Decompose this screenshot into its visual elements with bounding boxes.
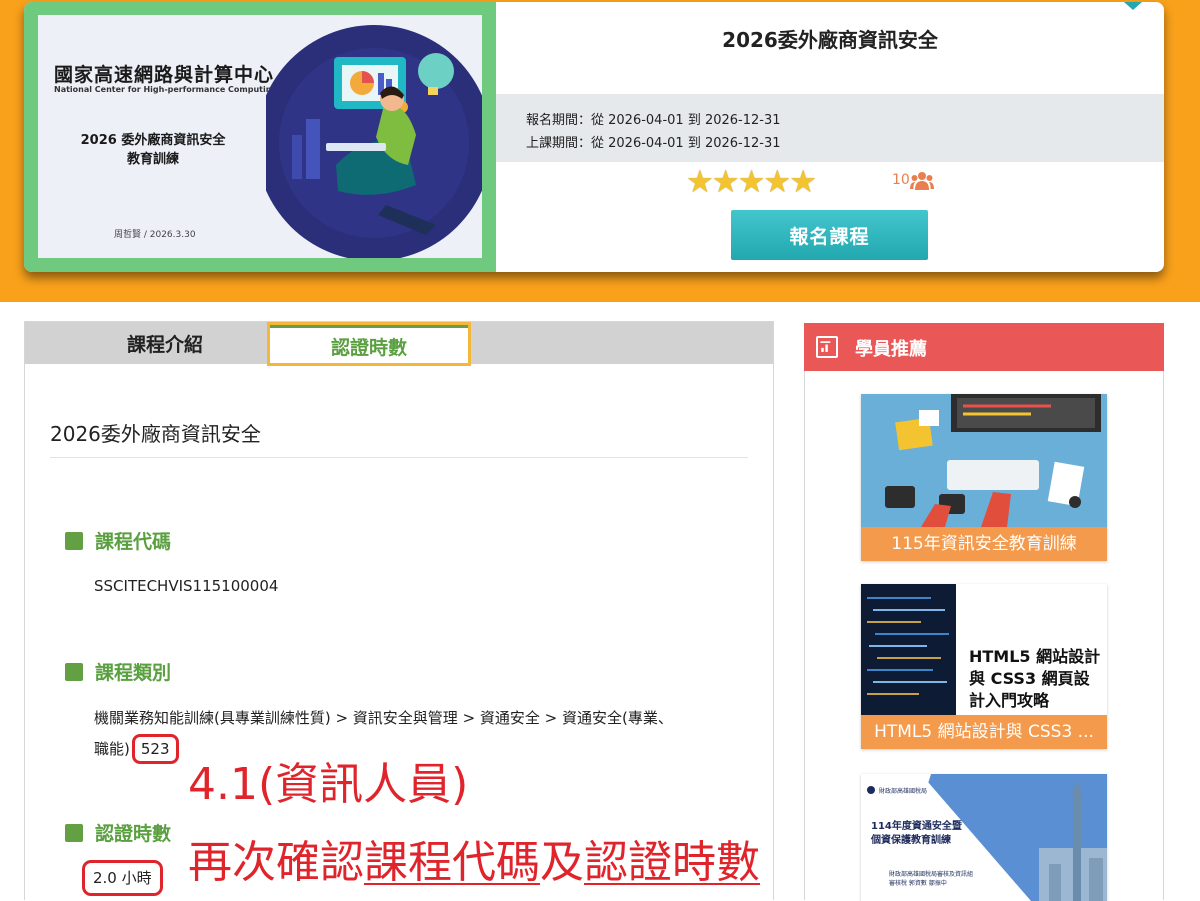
category-label: 課程類別 xyxy=(95,662,172,684)
recommend-thumbnail[interactable]: HTML5 網站設計與 CSS3 網頁設計入門攻略 xyxy=(861,584,1107,715)
recommend-card[interactable]: HTML5 網站設計與 CSS3 網頁設計入門攻略 HTML5 網站設計與 CS… xyxy=(861,584,1107,749)
recommend-thumb-title-line1: 114年度資通安全暨 xyxy=(871,821,962,832)
course-card: 國家高速網路與計算中心 National Center for High-per… xyxy=(24,2,1164,272)
cover-title-line2: 教育訓練 xyxy=(126,152,179,167)
star-icon[interactable]: ★ xyxy=(738,165,766,199)
course-cover-frame: 國家高速網路與計算中心 National Center for High-per… xyxy=(24,2,496,272)
section-heading-cert-hours: 認證時數 xyxy=(65,819,171,846)
star-icon[interactable]: ★ xyxy=(712,165,740,199)
annotation-note-2: 再次確認課程代碼及認證時數 xyxy=(188,826,760,890)
tab-bar: 課程介紹 認證時數 xyxy=(25,322,773,366)
recommend-thumbnail[interactable]: 財政部高雄國稅局 114年度資通安全暨 個資保護教育訓練 財政部高雄國稅局審核及… xyxy=(861,774,1107,901)
annotation-note-2-part2: 課程代碼 xyxy=(364,837,540,888)
cover-org-name-en: National Center for High-performance Com… xyxy=(54,85,278,94)
chart-board-icon xyxy=(816,336,838,358)
tab-course-intro[interactable]: 課程介紹 xyxy=(25,322,305,364)
course-name-heading: 2026委外廠商資訊安全 xyxy=(50,422,261,446)
star-icon[interactable]: ★ xyxy=(763,165,791,199)
recommend-caption[interactable]: HTML5 網站設計與 CSS3 ... xyxy=(861,715,1107,749)
corner-tab-indicator xyxy=(1124,2,1142,10)
cert-hours-value: 2.0 小時 xyxy=(82,860,163,896)
cert-hours-label: 認證時數 xyxy=(95,823,172,845)
cover-title: 2026 委外廠商資訊安全 教育訓練 xyxy=(68,131,238,169)
recommend-thumb-footer: 財政部高雄國稅局審核及資訊組 審核稅 郭資數 鄒振中 xyxy=(889,870,973,888)
recommend-thumb-footer-line1: 財政部高雄國稅局審核及資訊組 xyxy=(889,871,974,878)
section-heading-category: 課程類別 xyxy=(65,658,171,685)
star-icon[interactable]: ★ xyxy=(789,165,817,199)
section-heading-course-code: 課程代碼 xyxy=(65,527,171,554)
course-code-label: 課程代碼 xyxy=(95,531,172,553)
registration-period: 報名期間：從 2026-04-01 到 2026-12-31 xyxy=(526,113,781,128)
course-title: 2026委外廠商資訊安全 xyxy=(722,28,938,52)
recommend-thumb-title: 114年度資通安全暨 個資保護教育訓練 xyxy=(871,820,983,848)
category-line2-prefix: 職能) xyxy=(94,740,130,758)
recommend-caption[interactable]: 115年資訊安全教育訓練 xyxy=(861,527,1107,561)
users-icon xyxy=(910,172,934,190)
recommend-thumb-title: HTML5 網站設計與 CSS3 網頁設計入門攻略 xyxy=(969,647,1101,710)
cover-illustration xyxy=(266,25,482,258)
cover-title-line1: 2026 委外廠商資訊安全 xyxy=(80,133,226,148)
bullet-square-icon xyxy=(65,532,83,550)
category-code-highlight: 523 xyxy=(131,734,179,764)
period-info: 報名期間：從 2026-04-01 到 2026-12-31 上課期間：從 20… xyxy=(496,94,1164,162)
enroll-button[interactable]: 報名課程 xyxy=(731,210,928,260)
class-period: 上課期間：從 2026-04-01 到 2026-12-31 xyxy=(526,136,781,151)
cover-author-date: 周哲賢 / 2026.3.30 xyxy=(114,230,196,240)
rating-count: 10 xyxy=(892,172,910,188)
divider xyxy=(50,457,748,458)
sidebar-title: 學員推薦 xyxy=(855,339,927,360)
recommend-thumb-org: 財政部高雄國稅局 xyxy=(879,788,928,795)
recommend-thumb-title-line2: 個資保護教育訓練 xyxy=(871,835,951,846)
desk-illustration xyxy=(861,394,1107,527)
code-screen-illustration xyxy=(861,584,956,715)
recommend-card[interactable]: 財政部高雄國稅局 114年度資通安全暨 個資保護教育訓練 財政部高雄國稅局審核及… xyxy=(861,774,1107,901)
recommend-thumb-footer-line2: 審核稅 郭資數 鄒振中 xyxy=(889,880,947,887)
course-detail-panel: 課程介紹 認證時數 2026委外廠商資訊安全 課程代碼 SSCITECHVIS1… xyxy=(24,321,774,900)
course-code-value: SSCITECHVIS115100004 xyxy=(94,577,279,595)
category-line1: 機關業務知能訓練(具專業訓練性質) > 資訊安全與管理 > 資通安全 > 資通安… xyxy=(94,709,673,727)
tab-cert-hours[interactable]: 認證時數 xyxy=(267,322,471,366)
annotation-note-2-part3: 及 xyxy=(540,837,584,888)
course-cover-image: 國家高速網路與計算中心 National Center for High-per… xyxy=(38,15,482,258)
star-rating[interactable]: ★★★★★ xyxy=(686,165,817,199)
recommend-card[interactable]: 115年資訊安全教育訓練 xyxy=(861,394,1107,561)
recommend-thumbnail[interactable] xyxy=(861,394,1107,527)
annotation-note-2-part1: 再次確認 xyxy=(188,837,364,888)
bullet-square-icon xyxy=(65,663,83,681)
bullet-square-icon xyxy=(65,824,83,842)
recommend-sidebar: 學員推薦 115年資訊安全教育訓練 HTML5 網站設計與 CSS3 網頁設計入… xyxy=(804,323,1164,901)
annotation-note-1: 4.1(資訊人員) xyxy=(188,759,469,810)
annotation-note-2-part4: 認證時數 xyxy=(584,837,760,888)
cover-org-name: 國家高速網路與計算中心 xyxy=(54,64,275,86)
sidebar-header: 學員推薦 xyxy=(804,323,1164,371)
star-icon[interactable]: ★ xyxy=(686,165,714,199)
